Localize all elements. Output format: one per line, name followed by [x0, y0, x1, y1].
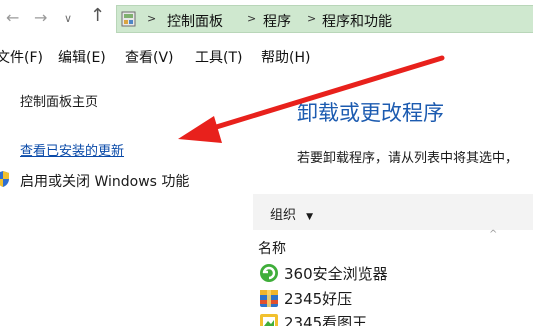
breadcrumb-programs[interactable]: 程序 [263, 11, 291, 31]
program-row[interactable]: 2345好压 [259, 286, 533, 310]
sort-ascending-icon: ^ [489, 229, 498, 240]
360-browser-icon [260, 264, 278, 282]
program-name: 360安全浏览器 [284, 265, 388, 283]
program-row[interactable]: 360安全浏览器 [259, 261, 533, 285]
menu-edit[interactable]: 编辑(E) [58, 47, 106, 67]
command-bar: 组织 ▼ [253, 194, 533, 230]
view-installed-updates-link[interactable]: 查看已安装的更新 [20, 140, 124, 159]
breadcrumb-separator: > [247, 12, 257, 25]
menu-help[interactable]: 帮助(H) [261, 47, 310, 67]
program-row[interactable]: 2345看图王 [259, 310, 533, 326]
organize-label: 组织 [270, 208, 297, 223]
up-arrow-icon[interactable]: ↑ [90, 7, 105, 25]
back-arrow-icon[interactable]: ← [6, 10, 19, 26]
breadcrumb-control-panel[interactable]: 控制面板 [167, 11, 223, 31]
breadcrumb-programs-and-features[interactable]: 程序和功能 [322, 11, 392, 31]
recent-locations-chevron-down-icon[interactable]: ∨ [64, 11, 72, 27]
program-name: 2345看图王 [284, 314, 368, 326]
uac-shield-icon [0, 171, 9, 187]
menu-view[interactable]: 查看(V) [125, 47, 174, 67]
2345-picviewer-icon [260, 314, 278, 326]
address-bar[interactable]: > 控制面板 > 程序 > 程序和功能 [116, 5, 533, 33]
organize-dropdown-icon: ▼ [306, 212, 314, 222]
page-description: 若要卸载程序，请从列表中将其选中， [297, 151, 519, 166]
column-header-name[interactable]: 名称 [258, 238, 286, 258]
menu-tools[interactable]: 工具(T) [195, 47, 242, 67]
page-title: 卸载或更改程序 [297, 101, 444, 125]
control-panel-home-link[interactable]: 控制面板主页 [20, 91, 98, 110]
menu-file[interactable]: 文件(F) [0, 47, 43, 67]
column-header-row: 名称 ^ [253, 229, 533, 258]
2345-haozip-icon [260, 290, 278, 307]
forward-arrow-icon[interactable]: → [34, 10, 47, 26]
menu-bar: 文件(F) 编辑(E) 查看(V) 工具(T) 帮助(H) [0, 47, 533, 69]
organize-button[interactable]: 组织 ▼ [270, 204, 313, 223]
windows-features-link[interactable]: 启用或关闭 Windows 功能 [20, 171, 189, 191]
breadcrumb-separator: > [147, 12, 157, 25]
control-panel-icon [121, 11, 136, 27]
breadcrumb-separator: > [307, 12, 317, 25]
program-name: 2345好压 [284, 290, 353, 308]
